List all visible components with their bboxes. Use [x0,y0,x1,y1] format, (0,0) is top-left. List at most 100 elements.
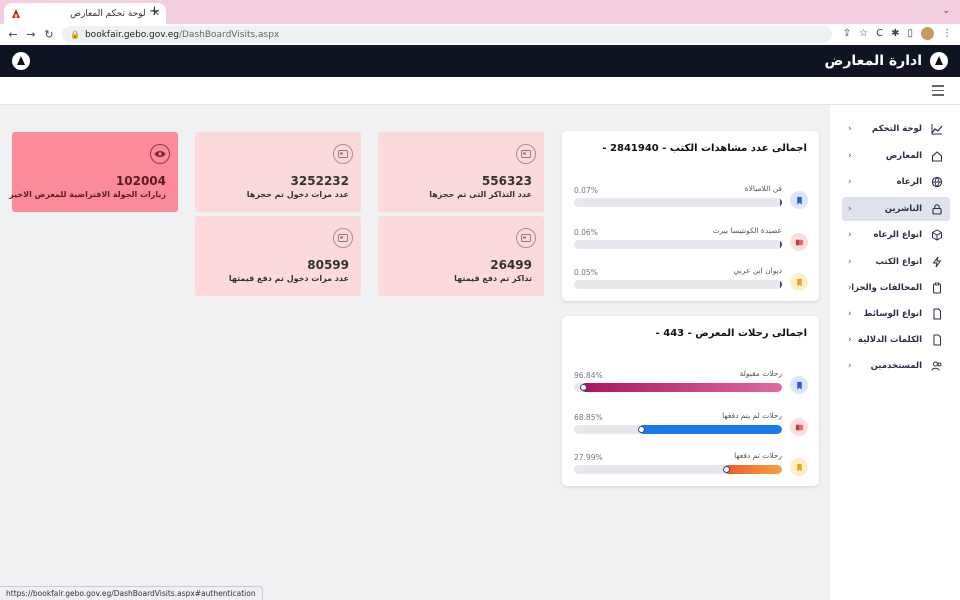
bookmark-icon [790,191,808,209]
stat-value: 3252232 [290,174,349,188]
sidebar-item-label: الناشرين [884,204,922,214]
sidebar-item-violations[interactable]: المخالفات والجزاءات ‹ [842,276,950,300]
progress-fill [780,240,782,249]
clipboard-icon [930,281,944,295]
box-icon [930,228,944,242]
sidebar-icon[interactable]: ▯ [907,28,913,39]
globe-icon [930,175,944,189]
menu-toggle-icon[interactable] [932,85,944,99]
books-row: عصيدة الكونتيسا بيرت 0.06% [572,226,808,260]
card-icon [790,233,808,251]
bookmark-star-icon[interactable]: ☆ [859,28,868,39]
chevron-left-icon: ‹ [848,124,852,134]
sidebar-item-sponsors[interactable]: الرعاه ‹ [842,170,950,194]
row-label: رحلات مقبولة [739,369,782,378]
app-header: ادارة المعارض [0,45,960,77]
sidebar-item-dashboard[interactable]: لوحة التحكم ‹ [842,117,950,141]
sidebar-item-sponsor-types[interactable]: انواع الرعاه ‹ [842,223,950,247]
sidebar-item-media-types[interactable]: انواع الوسائط ‹ [842,302,950,326]
sidebar-item-label: لوحة التحكم [871,124,922,134]
browser-tab[interactable]: لوحة تحكم المعارض ✕ [4,3,166,24]
home-icon [930,149,944,163]
stat-label: عدد مرات دخول تم دفع قيمتها [228,274,349,283]
row-label: فن اللامبالاة [744,184,782,193]
tab-search-icon[interactable]: ⌄ [942,6,950,16]
forward-icon[interactable]: → [22,28,40,41]
file-icon [930,333,944,347]
sidebar-item-exhibitions[interactable]: المعارض ‹ [842,144,950,168]
books-views-title: اجمالى عدد مشاهدات الكتب - 2841940 - [602,143,807,154]
sidebar-item-label: المعارض [885,151,922,161]
progress-fill [723,465,782,474]
chevron-left-icon: ‹ [848,230,852,240]
progress-knob [637,426,645,433]
lock-icon[interactable]: 🔒 [70,30,80,39]
tab-title: لوحة تحكم المعارض [70,8,146,19]
eye-icon [150,144,170,164]
bookmark-icon [790,458,808,476]
row-percent: 0.07% [574,186,598,195]
row-label: عصيدة الكونتيسا بيرت [712,226,782,235]
browser-toolbar: ← → ↻ 🔒 bookfair.gebo.gov.eg/DashBoardVi… [0,24,960,45]
stat-value: 556323 [481,174,532,188]
chevron-left-icon: ‹ [848,335,852,345]
sidebar-item-publishers[interactable]: الناشرين ‹ [842,197,950,221]
stat-value: 26499 [490,258,532,272]
extension-c-icon[interactable]: C [876,28,883,39]
lock-icon [930,202,944,216]
stat-tile-tickets-booked[interactable]: 556323 عدد التذاكر التى تم حجزها [378,132,544,212]
address-bar[interactable]: 🔒 bookfair.gebo.gov.eg/DashBoardVisits.a… [62,26,832,43]
chevron-left-icon: ‹ [848,177,852,187]
sidebar-item-book-types[interactable]: انواع الكتب ‹ [842,250,950,274]
row-percent: 27.99% [574,453,603,462]
browser-menu-icon[interactable]: ⋮ [942,28,952,39]
sidebar-item-keywords[interactable]: الكلمات الدلالية ‹ [842,328,950,352]
stat-tile-tickets-paid[interactable]: 26499 تذاكر تم دفع قيمتها [378,216,544,296]
browser-tab-bar: لوحة تحكم المعارض ✕ + ⌄ [0,0,960,24]
progress-track [574,383,782,392]
progress-knob [722,466,730,473]
progress-track [574,280,782,289]
chevron-left-icon: ‹ [848,361,852,371]
app-title: ادارة المعارض [824,53,922,69]
chevron-left-icon: ‹ [848,204,852,214]
bookmark-icon [790,376,808,394]
profile-avatar[interactable] [921,27,934,40]
row-label: رحلات لم يتم دفعها [722,411,782,420]
extensions-puzzle-icon[interactable]: ✱ [891,28,899,39]
progress-fill [780,198,782,207]
trips-row: رحلات مقبولة 96.84% [572,369,808,403]
stat-label: زيارات الجولة الافتراضية للمعرض الاخير [9,190,166,199]
chevron-left-icon: ‹ [848,257,852,267]
chevron-left-icon: ‹ [848,309,852,319]
stat-tile-entries-paid[interactable]: 80599 عدد مرات دخول تم دفع قيمتها [195,216,361,296]
app-title-group: ادارة المعارض [825,52,948,70]
row-percent: 0.05% [574,268,598,277]
bolt-icon [930,255,944,269]
stat-value: 80599 [307,258,349,272]
books-row: فن اللامبالاة 0.07% [572,184,808,218]
stat-tile-entries-booked[interactable]: 3252232 عدد مرات دخول تم حجزها [195,132,361,212]
sidebar-item-label: الرعاه [896,177,922,187]
new-tab-icon[interactable]: + [149,4,160,19]
back-icon[interactable]: ← [4,28,22,41]
stat-tile-virtual-tour[interactable]: 102004 زيارات الجولة الافتراضية للمعرض ا… [9,132,178,212]
sidebar-item-label: انواع الرعاه [873,230,922,240]
share-icon[interactable]: ⇪ [843,28,851,39]
stat-label: عدد مرات دخول تم حجزها [246,190,349,199]
file-icon [930,307,944,321]
sidebar: لوحة التحكم ‹ المعارض ‹ الرعاه ‹ الناشري… [830,105,960,600]
progress-track [574,198,782,207]
progress-track [574,425,782,434]
chevron-left-icon: ‹ [848,151,852,161]
row-percent: 96.84% [574,371,603,380]
url-path: /DashBoardVisits.aspx [178,29,280,40]
row-percent: 0.06% [574,228,598,237]
sidebar-item-users[interactable]: المستخدمين ‹ [842,354,950,378]
progress-fill [780,280,782,289]
progress-track [574,240,782,249]
books-views-card: اجمالى عدد مشاهدات الكتب - 2841940 - فن … [562,131,819,301]
books-row: ديوان ابن عربي 0.05% [572,266,808,300]
row-percent: 68.85% [574,413,603,422]
reload-icon[interactable]: ↻ [40,28,58,41]
